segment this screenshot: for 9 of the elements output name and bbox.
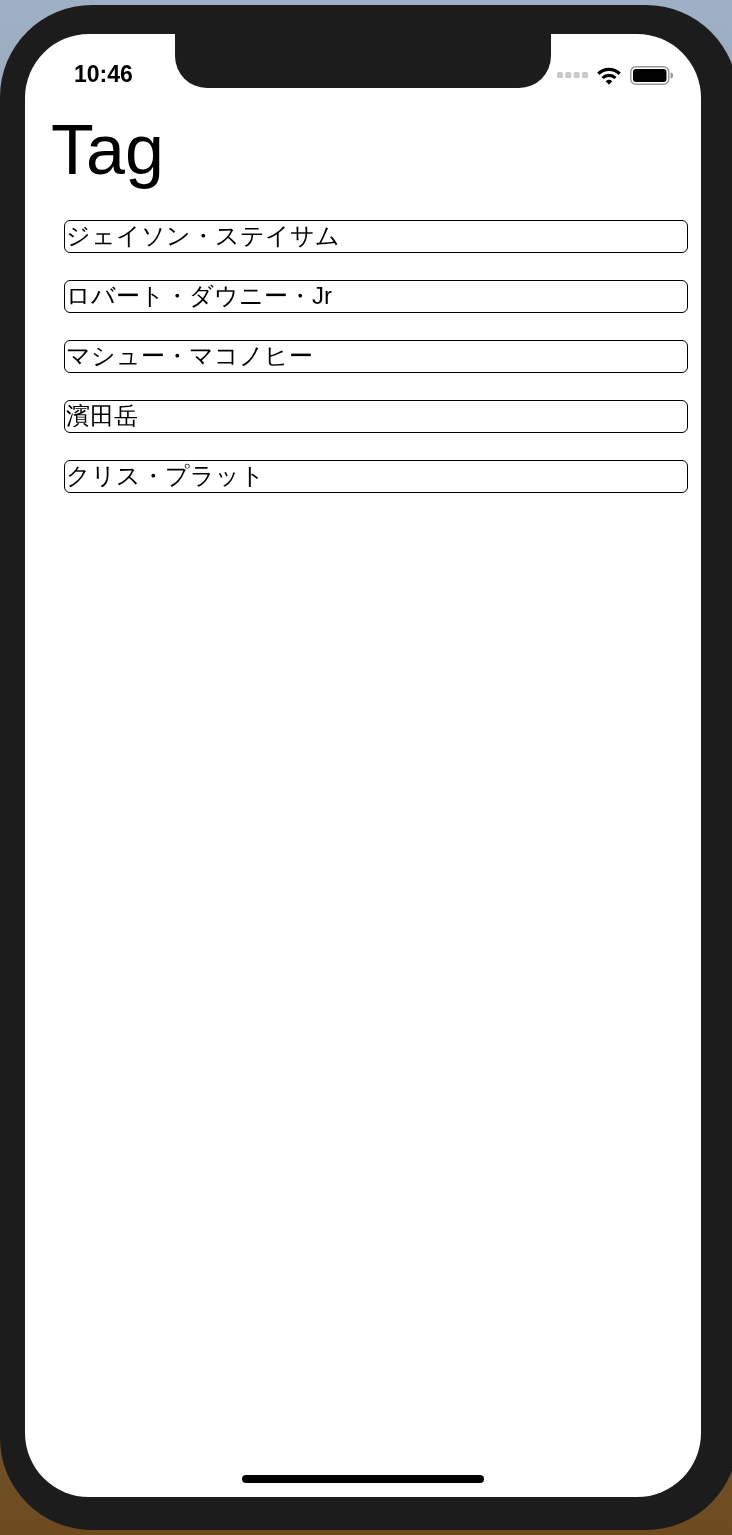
tag-label: 濱田岳 [64, 400, 688, 433]
status-time: 10:46 [74, 60, 133, 88]
tag-label: クリス・プラット [64, 460, 688, 493]
signal-icon [557, 72, 588, 78]
battery-icon [630, 65, 673, 85]
tag-label: ジェイソン・ステイサム [64, 220, 688, 253]
tag-label: マシュー・マコノヒー [64, 340, 688, 373]
wifi-icon [596, 65, 622, 85]
tag-label: ロバート・ダウニー・Jr [64, 280, 688, 313]
